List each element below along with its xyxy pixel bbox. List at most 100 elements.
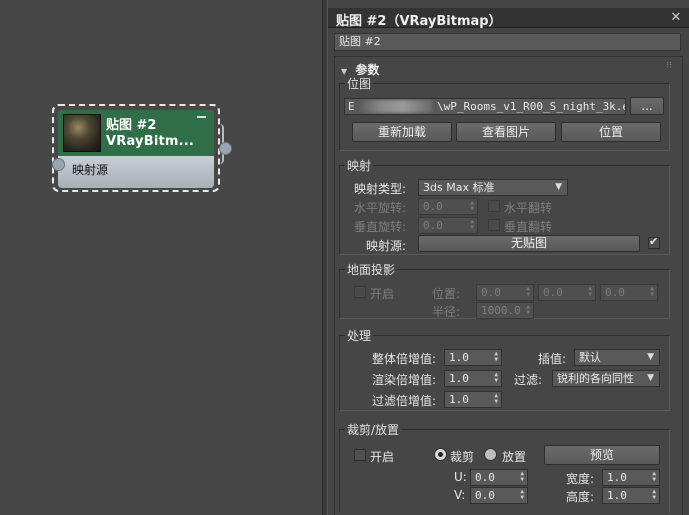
place-radio[interactable] <box>484 448 497 461</box>
v-flip-checkbox[interactable] <box>488 219 500 231</box>
interpolation-dropdown[interactable]: 默认 ▼ <box>574 349 660 366</box>
spinner-arrows-icon: ▲ ▼ <box>650 285 654 298</box>
node-frame: 贴图 #2 VRayBitm... 映射源 <box>58 110 214 188</box>
bitmap-node[interactable]: 贴图 #2 VRayBitm... 映射源 <box>52 104 220 192</box>
ground-pos-z-spinner[interactable]: 0.0 ▲ ▼ <box>600 284 658 301</box>
height-label: 高度: <box>566 490 595 504</box>
rollout-grip-icon: ⁝⁝ <box>666 61 672 71</box>
node-type: VRayBitm... <box>106 134 195 149</box>
ground-enable-checkbox[interactable] <box>354 286 366 298</box>
ground-pos-x-value: 0.0 <box>481 286 501 299</box>
render-mult-spinner[interactable]: 1.0 ▲ ▼ <box>444 370 502 387</box>
spinner-arrows-icon: ▲ ▼ <box>652 470 656 483</box>
filter-label: 过滤: <box>514 373 543 387</box>
spinner-arrows-icon: ▲ ▼ <box>494 350 498 363</box>
bitmap-group-title: 位图 <box>345 75 374 92</box>
interpolation-label: 插值: <box>538 352 567 366</box>
h-flip-label: 水平翻转 <box>504 201 553 215</box>
v-rotation-value: 0.0 <box>423 219 443 232</box>
ground-radius-value: 1000.0 <box>481 304 521 317</box>
map-name-input[interactable]: 贴图 #2 <box>334 33 681 51</box>
ground-radius-label: 半径: <box>432 305 461 319</box>
preview-button[interactable]: 预览 <box>544 445 660 465</box>
h-rotation-spinner[interactable]: 0.0 ▲ ▼ <box>418 198 478 215</box>
node-header[interactable]: 贴图 #2 VRayBitm... <box>58 110 214 156</box>
crop-radio[interactable] <box>434 448 447 461</box>
node-input-port[interactable] <box>52 158 65 171</box>
ground-pos-y-value: 0.0 <box>543 286 563 299</box>
bitmap-group: 位图 E \wP_Rooms_v1_R00_S_night_3k.exr ...… <box>339 75 670 151</box>
minimize-icon[interactable] <box>197 116 206 118</box>
bitmap-path-field[interactable]: E \wP_Rooms_v1_R00_S_night_3k.exr <box>344 98 626 115</box>
overall-mult-label: 整体倍增值: <box>372 352 437 366</box>
node-thumbnail <box>63 114 101 152</box>
height-spinner[interactable]: 1.0 ▲ ▼ <box>602 487 660 504</box>
ground-pos-y-spinner[interactable]: 0.0 ▲ ▼ <box>538 284 596 301</box>
ground-enable-label: 开启 <box>370 287 395 301</box>
width-value: 1.0 <box>607 471 627 484</box>
spinner-arrows-icon: ▲ ▼ <box>520 488 524 501</box>
bitmap-path-prefix: E <box>348 100 355 113</box>
v-spinner[interactable]: 0.0 ▲ ▼ <box>470 487 528 504</box>
render-mult-label: 渲染倍增值: <box>372 373 437 387</box>
h-rotation-label: 水平旋转: <box>354 201 407 215</box>
node-title: 贴图 #2 <box>106 118 157 133</box>
spinner-arrows-icon: ▲ ▼ <box>588 285 592 298</box>
close-icon[interactable]: ✕ <box>669 11 683 25</box>
u-value: 0.0 <box>475 471 495 484</box>
spinner-arrows-icon: ▲ ▼ <box>470 218 474 231</box>
overall-mult-spinner[interactable]: 1.0 ▲ ▼ <box>444 349 502 366</box>
v-value: 0.0 <box>475 489 495 502</box>
ground-pos-x-spinner[interactable]: 0.0 ▲ ▼ <box>476 284 534 301</box>
dropdown-arrow-icon: ▼ <box>647 352 654 362</box>
dropdown-arrow-icon: ▼ <box>647 373 654 383</box>
spinner-arrows-icon: ▲ ▼ <box>494 371 498 384</box>
browse-button[interactable]: ... <box>630 97 664 115</box>
spinner-arrows-icon: ▲ ▼ <box>526 285 530 298</box>
mapping-type-value: 3ds Max 标准 <box>423 181 495 194</box>
crop-enable-checkbox[interactable] <box>354 449 366 461</box>
map-source-button[interactable]: 无贴图 <box>418 235 640 252</box>
spinner-arrows-icon: ▲ ▼ <box>470 199 474 212</box>
processing-group-title: 处理 <box>345 327 374 344</box>
place-radio-label: 放置 <box>502 450 527 464</box>
crop-enable-label: 开启 <box>370 450 395 464</box>
node-canvas[interactable]: 贴图 #2 VRayBitm... 映射源 <box>0 0 322 515</box>
mapping-type-label: 映射类型: <box>354 182 407 196</box>
reload-button[interactable]: 重新加载 <box>352 122 452 142</box>
ground-projection-group: 地面投影 开启 位置: 0.0 ▲ ▼ 0.0 ▲ ▼ 0.0 ▲ ▼ 半径: 100… <box>339 261 670 319</box>
panel-titlebar[interactable]: 贴图 #2（VRayBitmap） ✕ <box>328 8 689 29</box>
h-flip-checkbox[interactable] <box>488 200 500 212</box>
crop-radio-label: 裁剪 <box>450 450 475 464</box>
processing-group: 处理 整体倍增值: 1.0 ▲ ▼ 插值: 默认 ▼ 渲染倍增值: 1.0 ▲ ▼ … <box>339 327 670 411</box>
map-source-label: 映射源: <box>366 239 407 253</box>
ground-position-label: 位置: <box>432 287 461 301</box>
overall-mult-value: 1.0 <box>449 351 469 364</box>
spinner-arrows-icon: ▲ ▼ <box>652 488 656 501</box>
filter-dropdown[interactable]: 锐利的各向同性 ▼ <box>552 370 660 387</box>
u-label: U: <box>454 470 467 484</box>
mapping-type-dropdown[interactable]: 3ds Max 标准 ▼ <box>418 179 568 196</box>
ground-radius-spinner[interactable]: 1000.0 ▲ ▼ <box>476 302 534 319</box>
crop-group-title: 裁剪/放置 <box>345 421 402 438</box>
height-value: 1.0 <box>607 489 627 502</box>
map-source-checkbox[interactable] <box>648 235 660 249</box>
render-mult-value: 1.0 <box>449 372 469 385</box>
width-spinner[interactable]: 1.0 ▲ ▼ <box>602 469 660 486</box>
width-label: 宽度: <box>566 472 595 486</box>
v-rotation-spinner[interactable]: 0.0 ▲ ▼ <box>418 217 478 234</box>
crop-place-group: 裁剪/放置 开启 裁剪 放置 预览 U: 0.0 ▲ ▼ 宽度: 1.0 ▲ ▼ V… <box>339 421 670 513</box>
spinner-arrows-icon: ▲ ▼ <box>520 470 524 483</box>
node-output-port[interactable] <box>219 142 232 155</box>
filter-mult-label: 过滤倍增值: <box>372 394 437 408</box>
filter-mult-spinner[interactable]: 1.0 ▲ ▼ <box>444 391 502 408</box>
dropdown-arrow-icon: ▼ <box>555 182 562 192</box>
u-spinner[interactable]: 0.0 ▲ ▼ <box>470 469 528 486</box>
mapping-group: 映射 映射类型: 3ds Max 标准 ▼ 水平旋转: 0.0 ▲ ▼ 水平翻转 … <box>339 157 670 255</box>
view-image-button[interactable]: 查看图片 <box>456 122 556 142</box>
position-button[interactable]: 位置 <box>561 122 661 142</box>
bitmap-path-text: \wP_Rooms_v1_R00_S_night_3k.exr <box>437 100 626 113</box>
parameter-panel: 贴图 #2（VRayBitmap） ✕ 贴图 #2 ▼ 参数 ⁝⁝ 位图 E \… <box>328 0 689 515</box>
node-input-label: 映射源 <box>72 163 109 177</box>
panel-title: 贴图 #2（VRayBitmap） <box>336 14 502 29</box>
